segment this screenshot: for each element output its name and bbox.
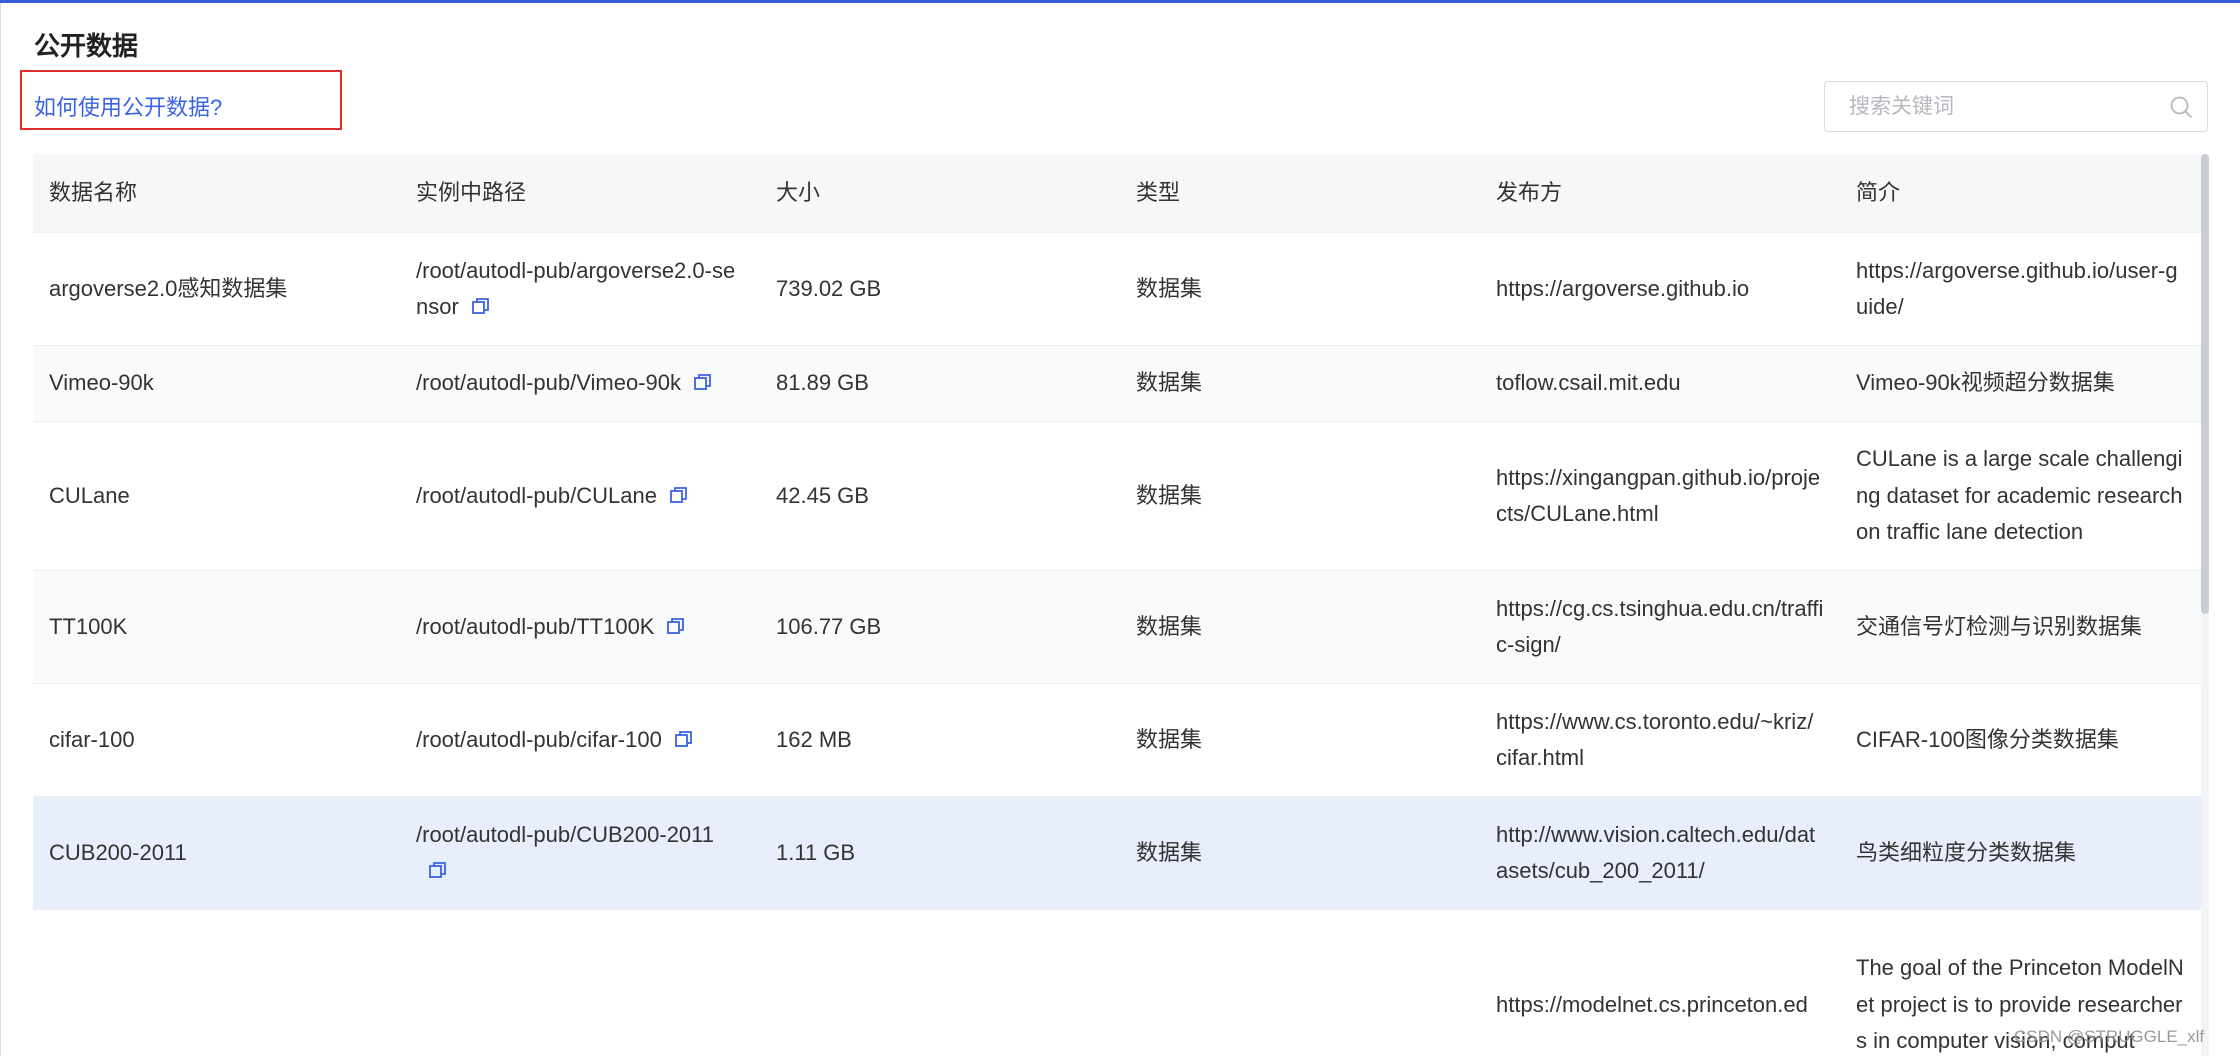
table-row[interactable]: Vimeo-90k /root/autodl-pub/Vimeo-90k 81.… [33, 345, 2201, 422]
cell-publisher: https://cg.cs.tsinghua.edu.cn/traffic-si… [1480, 570, 1840, 684]
datasets-table: 数据名称 实例中路径 大小 类型 发布方 简介 argoverse2.0感知数据… [33, 154, 2201, 1056]
page-title: 公开数据 [34, 31, 139, 61]
table-row[interactable]: cifar-100 /root/autodl-pub/cifar-100 162… [33, 683, 2201, 797]
cell-size: 42.45 GB [760, 421, 1120, 571]
cell-size [760, 909, 1120, 1056]
cell-description: 鸟类细粒度分类数据集 [1840, 796, 2201, 910]
cell-path: /root/autodl-pub/TT100K [400, 570, 760, 684]
cell-type: 数据集 [1120, 232, 1480, 346]
cell-size: 81.89 GB [760, 345, 1120, 422]
cell-publisher: https://xingangpan.github.io/projects/CU… [1480, 421, 1840, 571]
datasets-table-container: 数据名称 实例中路径 大小 类型 发布方 简介 argoverse2.0感知数据… [33, 154, 2201, 1056]
cell-path [400, 909, 760, 1056]
cell-path: /root/autodl-pub/CUB200-2011 [400, 796, 760, 910]
path-text: /root/autodl-pub/argoverse2.0-sensor [416, 257, 736, 320]
cell-name: CUB200-2011 [33, 796, 400, 910]
copy-icon[interactable] [666, 616, 686, 636]
cell-path: /root/autodl-pub/Vimeo-90k [400, 345, 760, 422]
header-path: 实例中路径 [400, 154, 760, 233]
cell-path: /root/autodl-pub/CULane [400, 421, 760, 571]
copy-icon[interactable] [693, 372, 713, 392]
cell-type: 数据集 [1120, 570, 1480, 684]
copy-icon[interactable] [471, 296, 491, 316]
cell-type: 数据集 [1120, 796, 1480, 910]
cell-name: argoverse2.0感知数据集 [33, 232, 400, 346]
table-scrollbar-thumb[interactable] [2201, 154, 2209, 614]
cell-size: 1.11 GB [760, 796, 1120, 910]
copy-icon[interactable] [674, 729, 694, 749]
cell-publisher: http://www.vision.caltech.edu/datasets/c… [1480, 796, 1840, 910]
header-type: 类型 [1120, 154, 1480, 233]
header-publisher: 发布方 [1480, 154, 1840, 233]
page-left-border [0, 3, 1, 1056]
header-name: 数据名称 [33, 154, 400, 233]
cell-type: 数据集 [1120, 683, 1480, 797]
cell-publisher: toflow.csail.mit.edu [1480, 345, 1840, 422]
cell-description: https://argoverse.github.io/user-guide/ [1840, 232, 2201, 346]
copy-icon[interactable] [428, 860, 448, 880]
cell-description: CULane is a large scale challenging data… [1840, 421, 2201, 571]
table-row-hovered[interactable]: CUB200-2011 /root/autodl-pub/CUB200-2011… [33, 796, 2201, 910]
header-size: 大小 [760, 154, 1120, 233]
cell-name: Vimeo-90k [33, 345, 400, 422]
cell-publisher: https://modelnet.cs.princeton.ed [1480, 909, 1840, 1056]
cell-path: /root/autodl-pub/cifar-100 [400, 683, 760, 797]
path-text: /root/autodl-pub/CUB200-2011 [416, 821, 715, 847]
table-row[interactable]: TT100K /root/autodl-pub/TT100K 106.77 GB… [33, 570, 2201, 684]
cell-name: cifar-100 [33, 683, 400, 797]
cell-type: 数据集 [1120, 345, 1480, 422]
search-icon[interactable] [2169, 95, 2193, 119]
cell-type: 数据集 [1120, 421, 1480, 571]
cell-publisher: https://argoverse.github.io [1480, 232, 1840, 346]
path-text: /root/autodl-pub/TT100K [416, 613, 655, 639]
copy-icon[interactable] [669, 485, 689, 505]
path-text: /root/autodl-pub/Vimeo-90k [416, 370, 681, 396]
cell-name: TT100K [33, 570, 400, 684]
table-header-row: 数据名称 实例中路径 大小 类型 发布方 简介 [33, 154, 2201, 233]
cell-size: 106.77 GB [760, 570, 1120, 684]
cell-path: /root/autodl-pub/argoverse2.0-sensor [400, 232, 760, 346]
search-box[interactable] [1824, 81, 2208, 132]
cell-size: 739.02 GB [760, 232, 1120, 346]
search-input[interactable] [1825, 82, 2169, 131]
cell-description: 交通信号灯检测与识别数据集 [1840, 570, 2201, 684]
cell-type [1120, 909, 1480, 1056]
cell-description: CIFAR-100图像分类数据集 [1840, 683, 2201, 797]
path-text: /root/autodl-pub/CULane [416, 482, 657, 508]
cell-size: 162 MB [760, 683, 1120, 797]
cell-description: Vimeo-90k视频超分数据集 [1840, 345, 2201, 422]
watermark: CSDN @STRUGGLE_xlf [2014, 1027, 2205, 1046]
header-description: 简介 [1840, 154, 2201, 233]
cell-name: CULane [33, 421, 400, 571]
top-accent-line [0, 0, 2240, 3]
table-row[interactable]: argoverse2.0感知数据集 /root/autodl-pub/argov… [33, 232, 2201, 346]
table-row[interactable]: CULane /root/autodl-pub/CULane 42.45 GB … [33, 421, 2201, 571]
table-row[interactable]: https://modelnet.cs.princeton.ed The goa… [33, 909, 2201, 1056]
path-text: /root/autodl-pub/cifar-100 [416, 726, 662, 752]
howto-link[interactable]: 如何使用公开数据? [34, 90, 222, 122]
cell-publisher: https://www.cs.toronto.edu/~kriz/cifar.h… [1480, 683, 1840, 797]
cell-name [33, 909, 400, 1056]
